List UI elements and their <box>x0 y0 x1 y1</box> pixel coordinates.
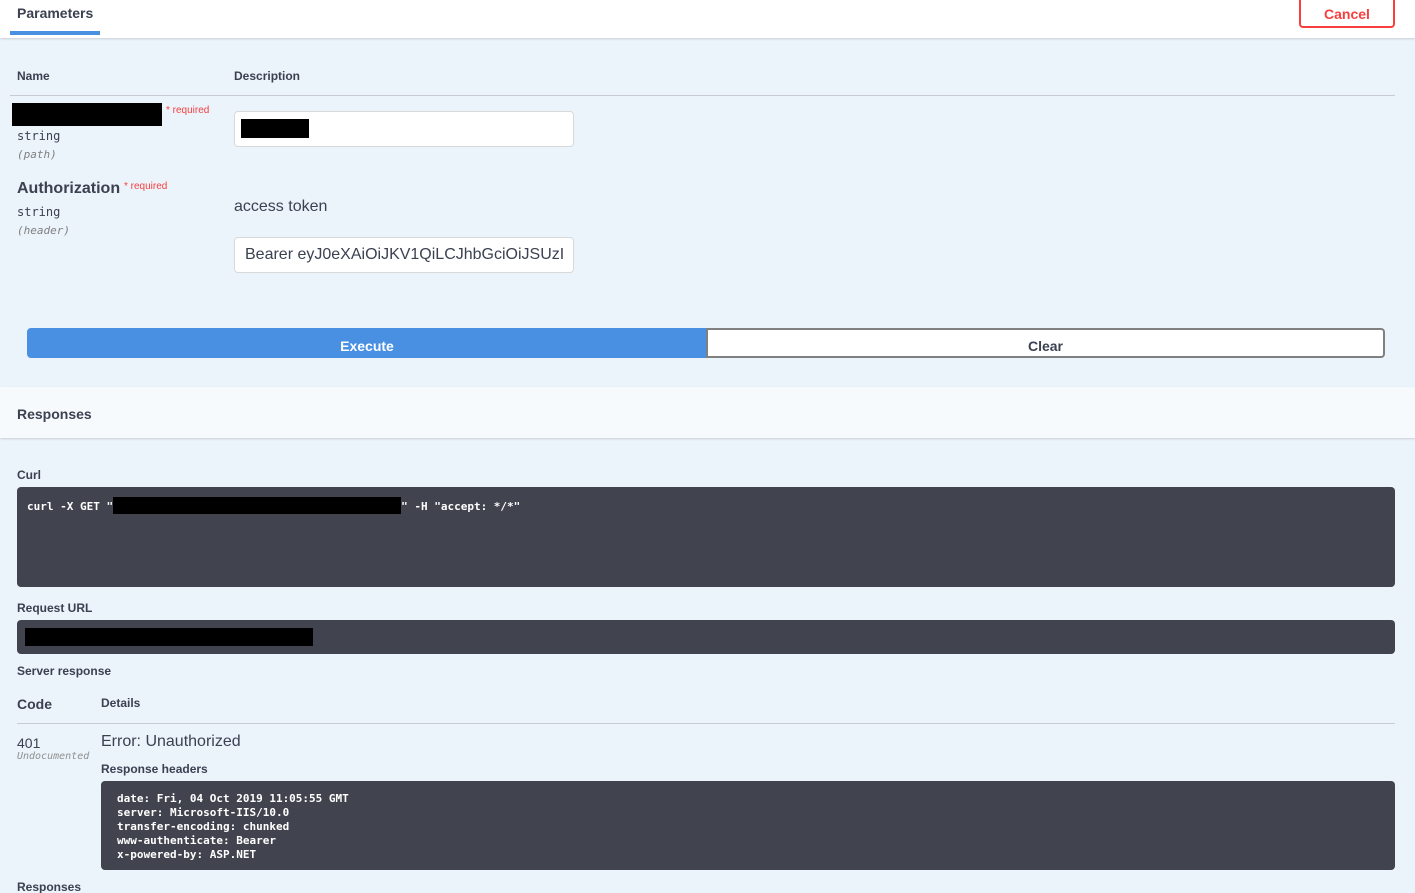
header-line: www-authenticate: Bearer <box>117 834 276 847</box>
param-location: (header) <box>17 224 70 237</box>
responses-header: Responses <box>0 387 1415 438</box>
response-headers-block[interactable]: date: Fri, 04 Oct 2019 11:05:55 GMT serve… <box>101 781 1395 870</box>
divider <box>10 95 1395 96</box>
redacted-url <box>113 497 402 514</box>
required-marker: * required <box>166 105 210 116</box>
required-marker: * required <box>124 181 168 192</box>
redacted-param-value <box>241 119 309 138</box>
tab-parameters[interactable]: Parameters <box>10 0 100 35</box>
column-header-code: Code <box>17 696 52 712</box>
top-bar: Parameters Cancel <box>0 0 1415 38</box>
error-message: Error: Unauthorized <box>101 733 241 750</box>
request-url-label: Request URL <box>17 601 93 615</box>
server-response-label: Server response <box>17 664 112 678</box>
curl-suffix: " -H "accept: */*" <box>401 500 521 513</box>
execute-button[interactable]: Execute <box>27 328 707 358</box>
param-description: access token <box>234 198 328 215</box>
header-line: x-powered-by: ASP.NET <box>117 848 257 861</box>
response-code: 401 <box>17 735 41 751</box>
curl-code-block[interactable]: curl -X GET " " -H "accept: */*" <box>17 487 1395 587</box>
param-type: string <box>17 205 61 219</box>
column-header-details: Details <box>101 696 141 710</box>
param-type: string <box>17 129 61 143</box>
response-code-note: Undocumented <box>17 751 90 762</box>
divider <box>17 723 1395 724</box>
curl-prefix: curl -X GET " <box>27 500 114 513</box>
response-headers-list: date: Fri, 04 Oct 2019 11:05:55 GMT serve… <box>117 792 349 862</box>
responses-subheading: Responses <box>17 880 82 893</box>
request-url-block[interactable] <box>17 620 1395 654</box>
redacted-param-name <box>12 103 162 126</box>
header-line: server: Microsoft-IIS/10.0 <box>117 806 290 819</box>
param-value-input[interactable] <box>234 111 574 147</box>
param-location: (path) <box>17 148 57 161</box>
authorization-input[interactable] <box>234 237 574 273</box>
column-header-description: Description <box>234 69 301 83</box>
cancel-button[interactable]: Cancel <box>1299 0 1395 28</box>
clear-button[interactable]: Clear <box>706 328 1385 358</box>
header-line: transfer-encoding: chunked <box>117 820 290 833</box>
header-line: date: Fri, 04 Oct 2019 11:05:55 GMT <box>117 792 349 805</box>
redacted-request-url <box>25 628 313 646</box>
curl-label: Curl <box>17 468 41 482</box>
responses-title: Responses <box>17 406 92 422</box>
curl-command: curl -X GET " " -H "accept: */*" <box>27 497 520 514</box>
column-header-name: Name <box>17 69 50 83</box>
response-headers-label: Response headers <box>101 762 208 776</box>
param-name-authorization: Authorization <box>17 180 121 197</box>
